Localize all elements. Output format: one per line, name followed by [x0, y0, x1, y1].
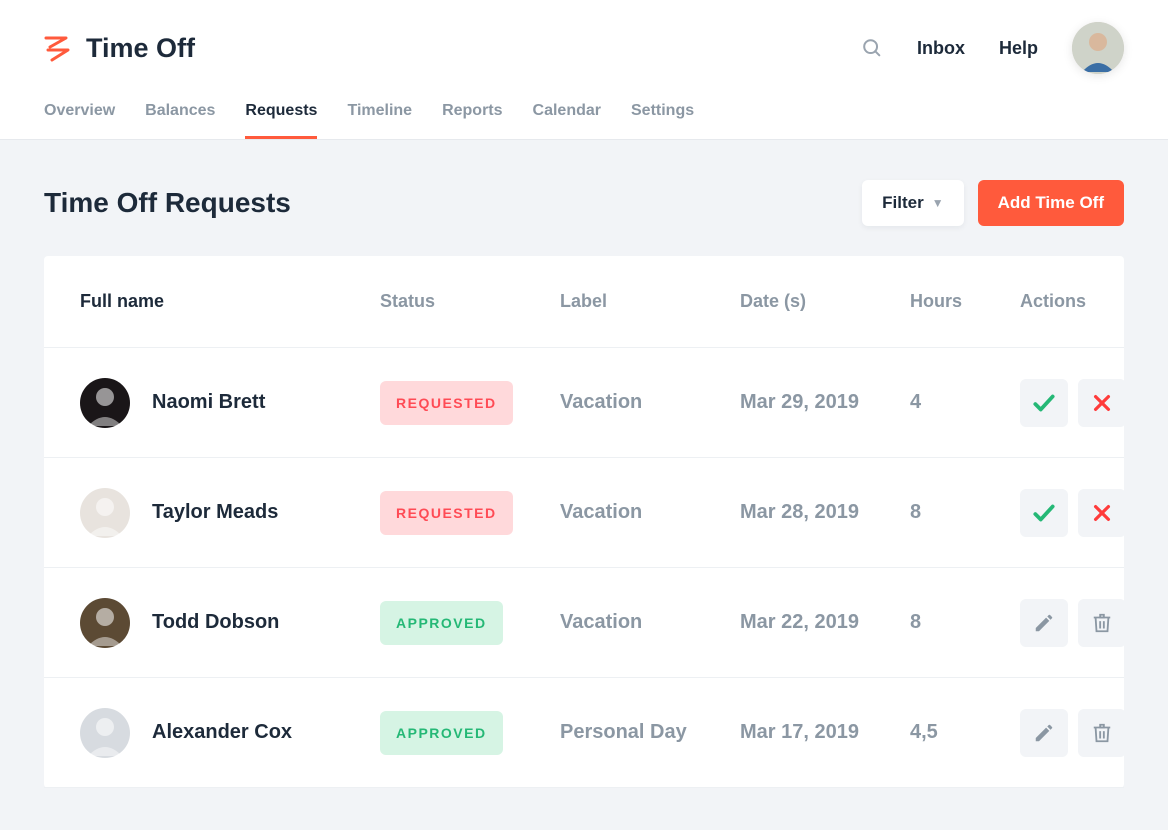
- reject-button[interactable]: [1078, 379, 1126, 427]
- trash-icon: [1091, 612, 1113, 634]
- status-cell: REQUESTED: [380, 491, 560, 535]
- row-avatar: [80, 598, 130, 648]
- inbox-link[interactable]: Inbox: [917, 38, 965, 59]
- tab-timeline[interactable]: Timeline: [347, 102, 412, 139]
- column-header: Date (s): [740, 291, 910, 312]
- column-header: Label: [560, 291, 740, 312]
- row-name: Naomi Brett: [152, 391, 265, 414]
- row-name: Taylor Meads: [152, 501, 278, 524]
- header-actions: Filter ▼ Add Time Off: [862, 180, 1124, 226]
- date-cell: Mar 29, 2019: [740, 391, 910, 414]
- actions-cell: [1020, 599, 1160, 647]
- column-header: Full name: [80, 291, 380, 312]
- status-cell: REQUESTED: [380, 381, 560, 425]
- hours-cell: 4,5: [910, 721, 1020, 744]
- delete-button[interactable]: [1078, 599, 1126, 647]
- brand: Time Off: [44, 33, 195, 64]
- table-row: Alexander Cox APPROVED Personal DayMar 17,…: [44, 678, 1124, 788]
- user-avatar[interactable]: [1072, 22, 1124, 74]
- add-label: Add Time Off: [998, 193, 1104, 213]
- edit-button[interactable]: [1020, 709, 1068, 757]
- add-time-off-button[interactable]: Add Time Off: [978, 180, 1124, 226]
- page-title: Time Off Requests: [44, 187, 291, 219]
- requests-table: Full nameStatusLabelDate (s)HoursActions…: [44, 256, 1124, 788]
- topbar-right: Inbox Help: [861, 22, 1124, 74]
- page-body: Time Off Requests Filter ▼ Add Time Off …: [0, 140, 1168, 830]
- delete-button[interactable]: [1078, 709, 1126, 757]
- approve-button[interactable]: [1020, 489, 1068, 537]
- filter-label: Filter: [882, 193, 924, 213]
- table-header: Full nameStatusLabelDate (s)HoursActions: [44, 256, 1124, 348]
- status-badge: REQUESTED: [380, 381, 513, 425]
- topbar: Time Off Inbox Help: [0, 0, 1168, 74]
- approve-button[interactable]: [1020, 379, 1068, 427]
- actions-cell: [1020, 709, 1160, 757]
- row-name: Todd Dobson: [152, 611, 279, 634]
- label-cell: Vacation: [560, 501, 740, 524]
- date-cell: Mar 17, 2019: [740, 721, 910, 744]
- name-cell: Alexander Cox: [80, 708, 380, 758]
- hours-cell: 4: [910, 391, 1020, 414]
- tab-settings[interactable]: Settings: [631, 102, 694, 139]
- close-icon: [1091, 392, 1113, 414]
- reject-button[interactable]: [1078, 489, 1126, 537]
- label-cell: Vacation: [560, 611, 740, 634]
- pencil-icon: [1033, 722, 1055, 744]
- search-icon[interactable]: [861, 37, 883, 59]
- app-logo-icon: [44, 35, 70, 61]
- column-header: Status: [380, 291, 560, 312]
- table-row: Todd Dobson APPROVED VacationMar 22, 20198: [44, 568, 1124, 678]
- column-header: Hours: [910, 291, 1020, 312]
- hours-cell: 8: [910, 611, 1020, 634]
- table-body: Naomi BrettREQUESTEDVacationMar 29, 2019…: [44, 348, 1124, 788]
- status-cell: APPROVED: [380, 711, 560, 755]
- actions-cell: [1020, 379, 1160, 427]
- filter-button[interactable]: Filter ▼: [862, 180, 963, 226]
- label-cell: Vacation: [560, 391, 740, 414]
- check-icon: [1031, 390, 1057, 416]
- actions-cell: [1020, 489, 1160, 537]
- tab-calendar[interactable]: Calendar: [533, 102, 601, 139]
- help-link[interactable]: Help: [999, 38, 1038, 59]
- trash-icon: [1091, 722, 1113, 744]
- hours-cell: 8: [910, 501, 1020, 524]
- app-title: Time Off: [86, 33, 195, 64]
- name-cell: Todd Dobson: [80, 598, 380, 648]
- row-avatar: [80, 378, 130, 428]
- date-cell: Mar 28, 2019: [740, 501, 910, 524]
- row-avatar: [80, 488, 130, 538]
- row-name: Alexander Cox: [152, 721, 292, 744]
- status-badge: REQUESTED: [380, 491, 513, 535]
- tab-requests[interactable]: Requests: [245, 102, 317, 139]
- date-cell: Mar 22, 2019: [740, 611, 910, 634]
- tab-balances[interactable]: Balances: [145, 102, 215, 139]
- name-cell: Taylor Meads: [80, 488, 380, 538]
- tab-overview[interactable]: Overview: [44, 102, 115, 139]
- table-row: Naomi Brett REQUESTED VacationMar 29, 2019…: [44, 348, 1124, 458]
- edit-button[interactable]: [1020, 599, 1068, 647]
- page-header: Time Off Requests Filter ▼ Add Time Off: [44, 180, 1124, 226]
- chevron-down-icon: ▼: [932, 196, 944, 210]
- close-icon: [1091, 502, 1113, 524]
- status-badge: APPROVED: [380, 711, 503, 755]
- check-icon: [1031, 500, 1057, 526]
- name-cell: Naomi Brett: [80, 378, 380, 428]
- tabs: Overview Balances Requests Timeline Reports C…: [0, 74, 1168, 140]
- row-avatar: [80, 708, 130, 758]
- pencil-icon: [1033, 612, 1055, 634]
- table-row: Taylor Meads REQUESTED VacationMar 28, 201…: [44, 458, 1124, 568]
- column-header: Actions: [1020, 291, 1160, 312]
- label-cell: Personal Day: [560, 721, 740, 744]
- tab-reports[interactable]: Reports: [442, 102, 502, 139]
- status-cell: APPROVED: [380, 601, 560, 645]
- status-badge: APPROVED: [380, 601, 503, 645]
